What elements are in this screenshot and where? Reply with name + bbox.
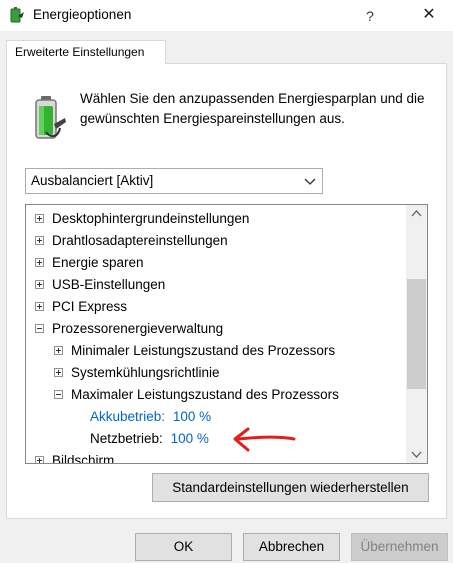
tab-erweiterte-einstellungen[interactable]: Erweiterte Einstellungen (6, 40, 166, 64)
netzbetrieb-value[interactable]: 100 % (171, 431, 209, 446)
power-plan-select[interactable]: Ausbalanciert [Aktiv] (25, 168, 323, 194)
expand-plus-icon[interactable] (54, 346, 63, 355)
help-button[interactable]: ? (358, 4, 382, 28)
tree-item-label: Maximaler Leistungszustand des Prozessor… (71, 387, 339, 402)
expand-plus-icon[interactable] (54, 368, 63, 377)
tree-scrollbar[interactable] (406, 205, 427, 463)
settings-tree[interactable]: Desktophintergrundeinstellungen Drahtlos… (25, 204, 428, 464)
power-options-icon (10, 7, 24, 23)
tree-item-label: Drahtlosadaptereinstellungen (52, 233, 228, 248)
red-arrow-annotation (233, 427, 296, 452)
apply-button[interactable]: Übernehmen (351, 533, 448, 561)
power-plan-select-value: Ausbalanciert [Aktiv] (31, 173, 154, 188)
collapse-minus-icon[interactable] (35, 324, 44, 333)
tree-item-netzbetrieb[interactable]: Netzbetrieb: 100 % (90, 428, 209, 450)
intro-text: Wählen Sie den anzupassenden Energiespar… (80, 91, 425, 126)
tree-item-label: USB-Einstellungen (52, 277, 166, 292)
akkubetrieb-value[interactable]: 100 % (173, 409, 211, 424)
tree-item-label: Desktophintergrundeinstellungen (52, 211, 250, 226)
tree-item-label: Prozessorenergieverwaltung (52, 321, 224, 336)
tree-item-label: PCI Express (52, 299, 128, 314)
ok-button[interactable]: OK (135, 533, 232, 561)
tree-item-label: Bildschirm (52, 453, 115, 464)
akkubetrieb-label: Akkubetrieb: (90, 409, 166, 424)
collapse-minus-icon[interactable] (54, 390, 63, 399)
netzbetrieb-label: Netzbetrieb: (90, 431, 163, 446)
cancel-button[interactable]: Abbrechen (243, 533, 340, 561)
chevron-down-icon (304, 178, 316, 185)
expand-plus-icon[interactable] (35, 258, 44, 267)
expand-plus-icon[interactable] (35, 236, 44, 245)
tree-item-akkubetrieb[interactable]: Akkubetrieb: 100 % (90, 406, 211, 428)
restore-defaults-button[interactable]: Standardeinstellungen wiederherstellen (152, 473, 429, 502)
expand-plus-icon[interactable] (35, 456, 44, 463)
title-bar: Energieoptionen ? ✕ (0, 0, 453, 31)
expand-plus-icon[interactable] (35, 302, 44, 311)
tree-item-label: Energie sparen (52, 255, 144, 270)
scroll-up-arrow-icon[interactable] (406, 205, 427, 222)
window-title: Energieoptionen (33, 7, 132, 22)
expand-plus-icon[interactable] (35, 280, 44, 289)
scroll-down-arrow-icon[interactable] (406, 446, 427, 463)
battery-plug-icon (35, 96, 66, 139)
scrollbar-thumb[interactable] (407, 279, 426, 389)
expand-plus-icon[interactable] (35, 214, 44, 223)
close-button[interactable]: ✕ (414, 3, 444, 27)
tree-item-label: Minimaler Leistungszustand des Prozessor… (71, 343, 336, 358)
tree-item-label: Systemkühlungsrichtlinie (71, 365, 220, 380)
